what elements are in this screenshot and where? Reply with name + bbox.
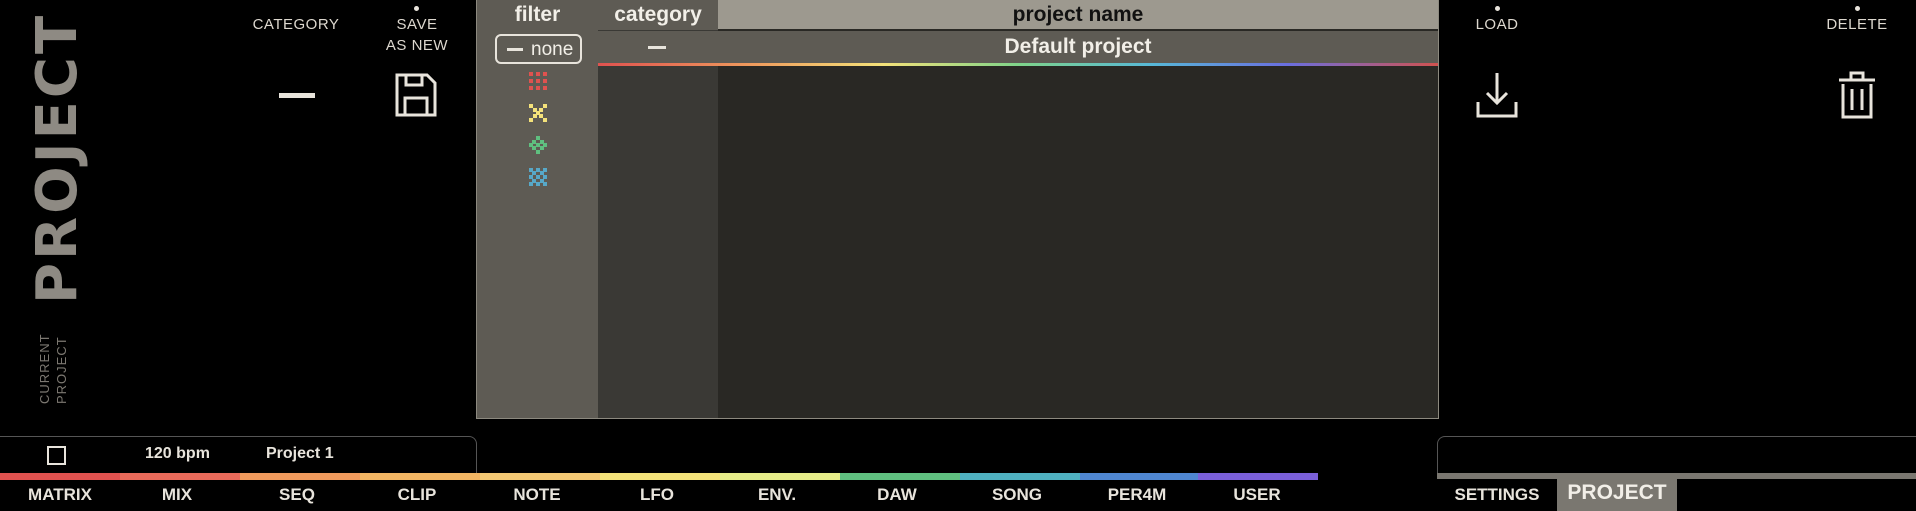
tab-clip[interactable]: CLIP — [357, 485, 477, 505]
load-icon[interactable] — [1475, 70, 1519, 120]
row-category-dash-icon — [648, 46, 666, 49]
current-project-caption: CURRENT PROJECT — [36, 332, 76, 404]
tab-matrix[interactable]: MATRIX — [0, 485, 120, 505]
tab-seq[interactable]: SEQ — [237, 485, 357, 505]
tab-mix[interactable]: MIX — [117, 485, 237, 505]
category-header[interactable]: category — [598, 0, 718, 30]
save-label-line-1: SAVE — [396, 16, 438, 33]
yellow-x-icon[interactable] — [528, 103, 548, 123]
save-as-new-label: SAVE AS NEW — [377, 14, 457, 56]
save-indicator-dot — [414, 6, 419, 11]
project-row-name[interactable]: Default project — [718, 31, 1438, 63]
current-project-display: Project 1 — [266, 445, 334, 462]
strip-note — [480, 473, 600, 480]
tab-color-strip — [0, 473, 1318, 480]
tab-project[interactable]: PROJECT — [1557, 478, 1677, 511]
project-browser: filter category project name Default pro… — [476, 0, 1439, 419]
tab-note[interactable]: NOTE — [477, 485, 597, 505]
category-label: CATEGORY — [252, 16, 340, 33]
tab-daw[interactable]: DAW — [837, 485, 957, 505]
delete-indicator-dot — [1855, 6, 1860, 11]
current-project-title: PROJECT 1 — [22, 0, 94, 304]
save-icon[interactable] — [394, 72, 438, 118]
strip-lfo — [600, 473, 720, 480]
project-name-header[interactable]: project name — [718, 0, 1438, 30]
strip-matrix — [0, 473, 120, 480]
red-dots-icon[interactable] — [528, 71, 548, 91]
tab-settings[interactable]: SETTINGS — [1437, 485, 1557, 505]
strip-song — [960, 473, 1080, 480]
project-title-text: PROJECT 1 — [25, 0, 90, 304]
tempo-display[interactable]: 120 bpm — [145, 445, 210, 463]
none-dash-icon — [507, 48, 523, 51]
tab-user[interactable]: USER — [1197, 485, 1317, 505]
tab-song[interactable]: SONG — [957, 485, 1077, 505]
transport-bar — [0, 436, 477, 476]
delete-label: DELETE — [1826, 16, 1888, 33]
strip-env — [720, 473, 840, 480]
strip-per4m — [1080, 473, 1198, 480]
filter-header: filter — [477, 0, 598, 30]
load-label: LOAD — [1475, 16, 1519, 33]
selection-rainbow-line — [598, 63, 1438, 66]
filter-none-button[interactable]: none — [495, 34, 582, 64]
strip-daw — [840, 473, 960, 480]
strip-user — [1198, 473, 1318, 480]
green-diamond-icon[interactable] — [528, 135, 548, 155]
save-label-line-2: AS NEW — [385, 37, 449, 54]
caption-line-2: PROJECT — [54, 336, 69, 404]
tab-project-label: PROJECT — [1567, 481, 1667, 504]
caption-line-1: CURRENT — [37, 333, 52, 404]
stop-icon[interactable] — [47, 446, 66, 465]
strip-seq — [240, 473, 360, 480]
tab-env[interactable]: ENV. — [717, 485, 837, 505]
blue-grid-icon[interactable] — [528, 167, 548, 187]
strip-clip — [360, 473, 480, 480]
load-indicator-dot — [1495, 6, 1500, 11]
strip-mix — [120, 473, 240, 480]
filter-none-label: none — [531, 39, 574, 60]
right-status-bar — [1437, 436, 1916, 476]
tab-lfo[interactable]: LFO — [597, 485, 717, 505]
tab-per4m[interactable]: PER4M — [1077, 485, 1197, 505]
trash-icon[interactable] — [1837, 70, 1877, 120]
category-dash-icon[interactable] — [279, 93, 315, 98]
